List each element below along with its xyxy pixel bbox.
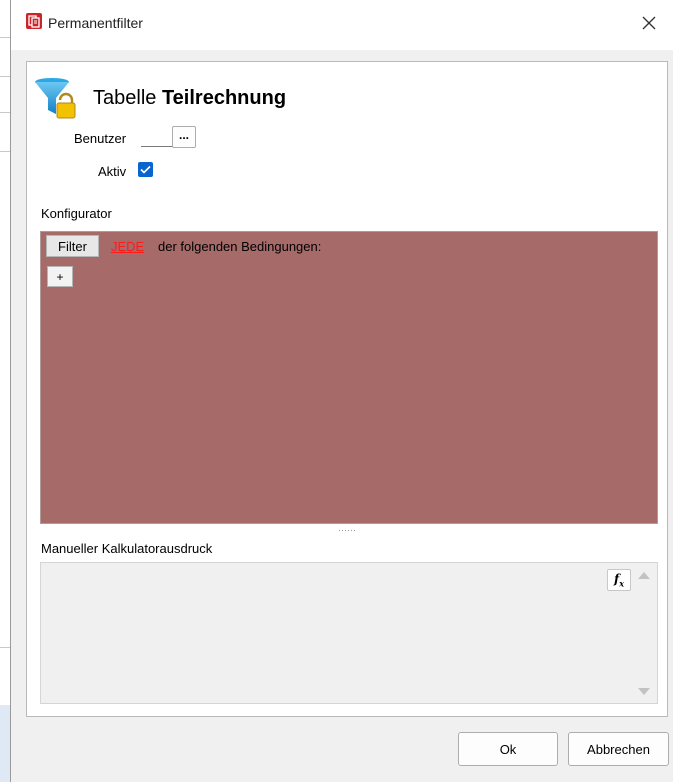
splitter-grip[interactable] bbox=[338, 529, 356, 533]
background-selection bbox=[0, 705, 10, 782]
checkmark-icon bbox=[140, 165, 151, 174]
background-app-strip bbox=[0, 0, 10, 782]
table-name: Teilrechnung bbox=[161, 87, 287, 109]
konfigurator-label: Konfigurator bbox=[41, 206, 112, 221]
fx-icon: fx bbox=[614, 571, 624, 589]
konfigurator-area[interactable] bbox=[40, 231, 658, 524]
benutzer-label: Benutzer bbox=[74, 131, 127, 146]
filter-lock-icon bbox=[35, 78, 76, 119]
condition-mode-link[interactable]: JEDE bbox=[111, 239, 144, 254]
permanentfilter-dialog: Permanentfilter Tabelle Teilrechnung Ben… bbox=[10, 0, 673, 782]
scroll-up-arrow-icon[interactable] bbox=[638, 572, 650, 579]
aktiv-label: Aktiv bbox=[98, 164, 127, 179]
fx-function-button[interactable]: fx bbox=[607, 569, 631, 591]
scroll-down-arrow-icon[interactable] bbox=[638, 688, 650, 695]
filter-button[interactable]: Filter bbox=[46, 235, 99, 257]
cancel-button[interactable]: Abbrechen bbox=[568, 732, 669, 766]
calculator-scrollbar[interactable] bbox=[633, 563, 657, 703]
background-divider bbox=[0, 76, 10, 77]
calculator-label: Manueller Kalkulatorausdruck bbox=[41, 541, 213, 556]
heading-prefix: Tabelle bbox=[93, 87, 157, 109]
condition-text: der folgenden Bedingungen: bbox=[158, 239, 322, 254]
benutzer-input[interactable] bbox=[141, 126, 175, 147]
benutzer-browse-button[interactable]: ... bbox=[172, 126, 196, 148]
close-button[interactable] bbox=[629, 5, 669, 41]
app-icon bbox=[26, 13, 42, 29]
title-bar: Permanentfilter bbox=[11, 0, 673, 50]
window-title: Permanentfilter bbox=[48, 15, 143, 31]
add-condition-button[interactable]: + bbox=[47, 266, 73, 287]
dialog-heading: Tabelle Teilrechnung bbox=[93, 87, 286, 110]
background-divider bbox=[0, 37, 10, 38]
background-divider bbox=[0, 647, 10, 648]
close-icon bbox=[642, 16, 656, 30]
calculator-expression-field[interactable] bbox=[40, 562, 658, 704]
aktiv-checkbox[interactable] bbox=[138, 162, 153, 177]
ok-button[interactable]: Ok bbox=[458, 732, 558, 766]
background-divider bbox=[0, 151, 10, 152]
background-divider bbox=[0, 112, 10, 113]
